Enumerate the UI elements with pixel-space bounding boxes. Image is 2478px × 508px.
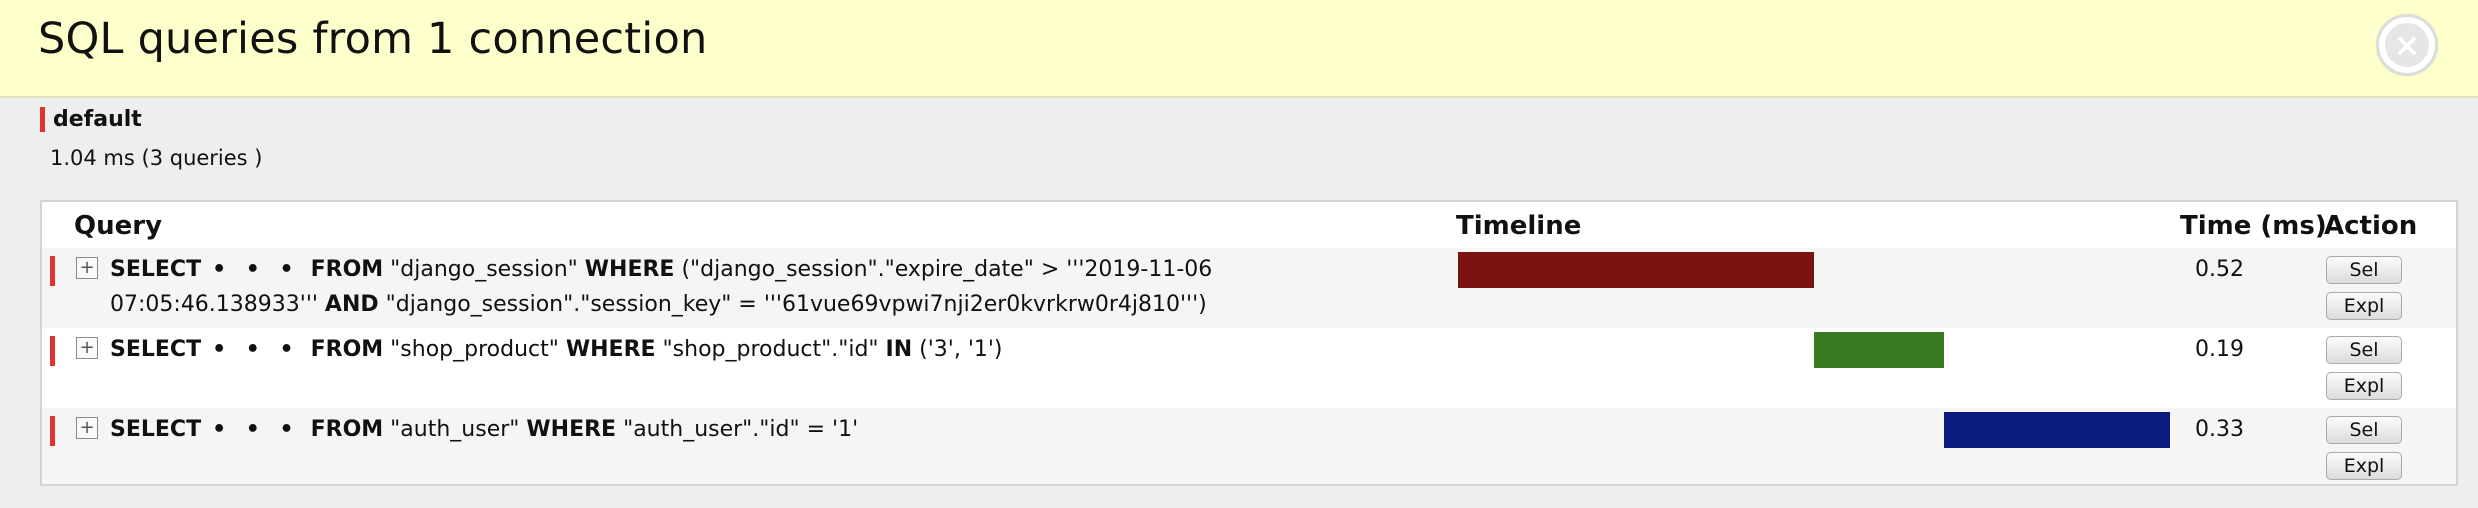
explain-button[interactable]: Expl — [2326, 452, 2402, 480]
sql-keyword-and: AND — [324, 292, 379, 317]
panel-title: SQL queries from 1 connection — [38, 14, 708, 64]
query-time: 0.33 — [2195, 417, 2244, 442]
sql-table: "django_session" — [390, 257, 578, 282]
collapsed-columns-icon[interactable]: • • • — [212, 337, 300, 362]
sql-keyword-where: WHERE — [584, 257, 675, 282]
expand-toggle-icon[interactable]: + — [76, 417, 98, 439]
sql-keyword-in: IN — [885, 337, 913, 362]
sql-keyword-select: SELECT — [110, 337, 202, 362]
sql-keyword-from: FROM — [310, 257, 384, 282]
query-row: + SELECT • • • FROM "shop_product" WHERE… — [42, 328, 2456, 408]
connection-summary: 1.04 ms (3 queries ) — [50, 146, 263, 170]
sql-keyword-from: FROM — [310, 417, 384, 442]
query-row: + SELECT • • • FROM "auth_user" WHERE "a… — [42, 408, 2456, 484]
sql-keyword-where: WHERE — [526, 417, 617, 442]
timeline-bar — [1814, 332, 1944, 368]
sql-condition: "shop_product"."id" — [662, 337, 886, 362]
explain-button[interactable]: Expl — [2326, 292, 2402, 320]
sql-keyword-from: FROM — [310, 337, 384, 362]
select-button[interactable]: Sel — [2326, 256, 2402, 284]
column-header-action: Action — [2324, 211, 2418, 241]
column-header-timeline: Timeline — [1456, 211, 1582, 241]
sql-keyword-select: SELECT — [110, 257, 202, 282]
collapsed-columns-icon[interactable]: • • • — [212, 417, 300, 442]
column-header-query: Query — [74, 211, 163, 241]
select-button[interactable]: Sel — [2326, 336, 2402, 364]
query-sql: SELECT • • • FROM "auth_user" WHERE "aut… — [110, 412, 1420, 447]
query-time: 0.52 — [2195, 257, 2244, 282]
connection-alias: default — [40, 107, 142, 132]
close-button[interactable]: × — [2376, 14, 2438, 76]
expand-toggle-icon[interactable]: + — [76, 337, 98, 359]
sql-condition: "auth_user"."id" = '1' — [623, 417, 859, 442]
column-header-time: Time (ms) — [2180, 211, 2327, 241]
queries-table: Query Timeline Time (ms) Action + SELECT… — [40, 200, 2458, 486]
sql-keyword-select: SELECT — [110, 417, 202, 442]
sql-table: "shop_product" — [390, 337, 559, 362]
query-row: + SELECT • • • FROM "django_session" WHE… — [42, 248, 2456, 328]
query-row-marker — [50, 336, 55, 366]
sql-condition: "django_session"."session_key" = '''61vu… — [385, 292, 1207, 317]
sql-table: "auth_user" — [390, 417, 520, 442]
explain-button[interactable]: Expl — [2326, 372, 2402, 400]
query-row-marker — [50, 416, 55, 446]
sql-condition: ('3', '1') — [919, 337, 1003, 362]
select-button[interactable]: Sel — [2326, 416, 2402, 444]
close-icon: × — [2385, 23, 2429, 67]
query-time: 0.19 — [2195, 337, 2244, 362]
toolbar-panel-header: SQL queries from 1 connection × — [0, 0, 2478, 98]
expand-toggle-icon[interactable]: + — [76, 257, 98, 279]
query-sql: SELECT • • • FROM "shop_product" WHERE "… — [110, 332, 1420, 367]
timeline-bar — [1458, 252, 1814, 288]
query-sql: SELECT • • • FROM "django_session" WHERE… — [110, 252, 1420, 322]
timeline-bar — [1944, 412, 2170, 448]
query-row-marker — [50, 256, 55, 286]
collapsed-columns-icon[interactable]: • • • — [212, 257, 300, 282]
sql-keyword-where: WHERE — [565, 337, 656, 362]
